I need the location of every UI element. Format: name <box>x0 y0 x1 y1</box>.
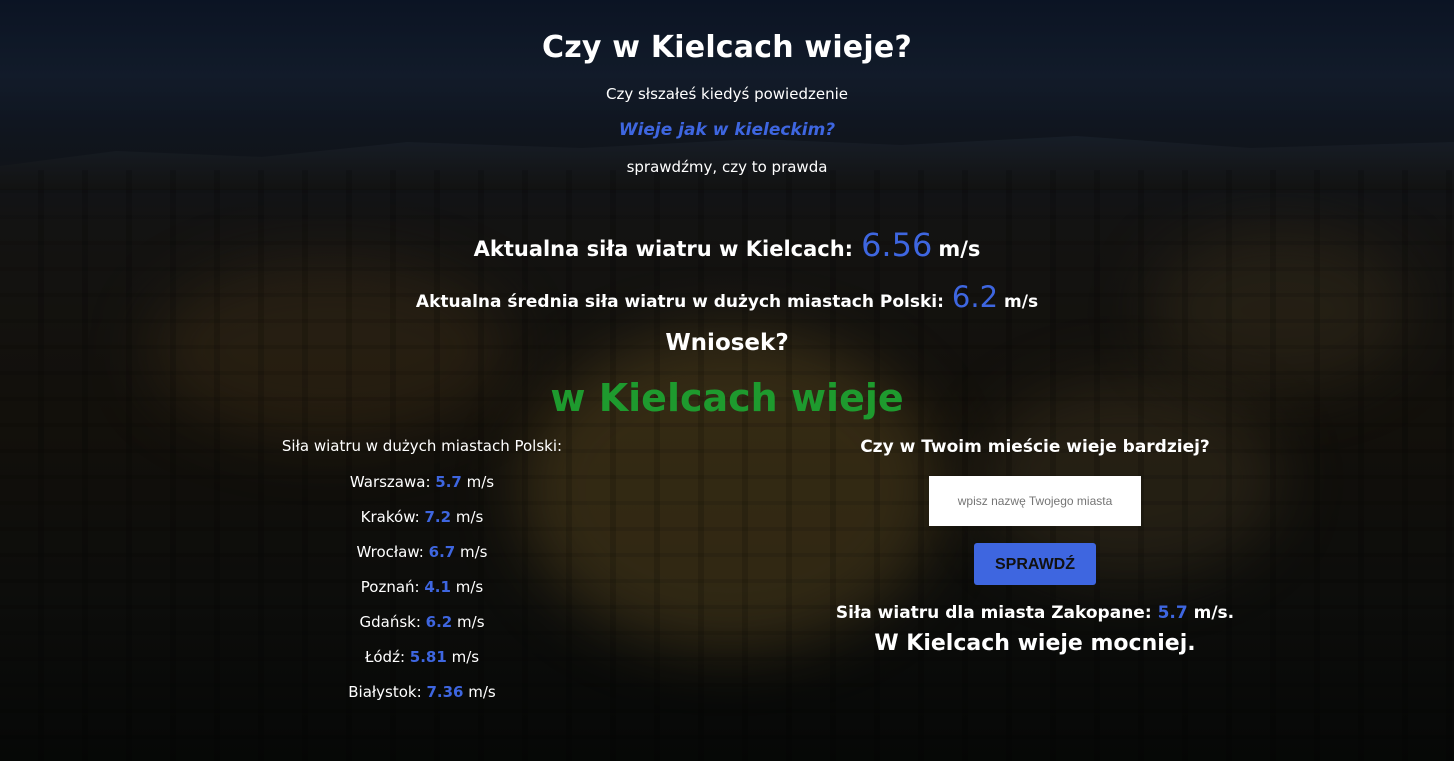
average-wind-label: Aktualna średnia siła wiatru w dużych mi… <box>415 292 944 312</box>
city-wind-unit: m/s <box>451 648 480 666</box>
city-check-panel: Czy w Twoim mieście wieje bardziej? SPRA… <box>830 437 1240 656</box>
check-result-label: Siła wiatru dla miasta Zakopane: <box>835 603 1152 623</box>
city-name: Gdańsk: <box>359 613 421 631</box>
check-button[interactable]: SPRAWDŹ <box>974 543 1096 585</box>
city-list-heading: Siła wiatru w dużych miastach Polski: <box>281 437 563 455</box>
main-content: Czy w Kielcach wieje? Czy słszałeś kiedy… <box>0 0 1454 761</box>
city-name: Wrocław: <box>356 543 424 561</box>
city-name: Kraków: <box>360 508 420 526</box>
city-wind-value: 5.81 <box>409 648 447 666</box>
check-verdict: W Kielcach wieje mocniej. <box>874 631 1196 656</box>
conclusion-label: Wniosek? <box>665 330 789 356</box>
list-item: Poznań: 4.1 m/s <box>272 577 572 612</box>
city-wind-unit: m/s <box>455 578 484 596</box>
check-result-value: 5.7 <box>1157 603 1188 623</box>
city-name: Warszawa: <box>349 473 431 491</box>
average-wind-line: Aktualna średnia siła wiatru w dużych mi… <box>0 280 1454 314</box>
city-name: Poznań: <box>360 578 420 596</box>
current-wind-line: Aktualna siła wiatru w Kielcach: 6.56 m/s <box>0 226 1454 264</box>
average-wind-unit: m/s <box>1004 292 1039 312</box>
city-wind-unit: m/s <box>468 683 496 701</box>
outro-text: sprawdźmy, czy to prawda <box>626 158 828 176</box>
current-wind-unit: m/s <box>938 237 981 261</box>
check-question: Czy w Twoim mieście wieje bardziej? <box>860 437 1210 457</box>
city-wind-unit: m/s <box>466 473 495 491</box>
list-item: Kraków: 7.2 m/s <box>272 507 572 542</box>
current-wind-label: Aktualna siła wiatru w Kielcach: <box>473 237 854 261</box>
city-name-input[interactable] <box>929 476 1141 526</box>
check-result: Siła wiatru dla miasta Zakopane: 5.7 m/s… <box>830 603 1240 623</box>
list-item: Białystok: 7.36 m/s <box>272 682 572 717</box>
city-wind-unit: m/s <box>460 543 488 561</box>
city-wind-value: 6.7 <box>428 543 456 561</box>
check-result-unit: m/s. <box>1193 603 1235 623</box>
city-wind-value: 4.1 <box>424 578 451 596</box>
city-name: Białystok: <box>348 683 422 701</box>
list-item: Warszawa: 5.7 m/s <box>272 472 572 507</box>
intro-text: Czy słszałeś kiedyś powiedzenie <box>606 85 848 103</box>
conclusion-text: w Kielcach wieje <box>550 376 904 420</box>
saying-quote: Wieje jak w kieleckim? <box>618 120 836 140</box>
city-wind-value: 5.7 <box>435 473 462 491</box>
list-item: Wrocław: 6.7 m/s <box>272 542 572 577</box>
city-wind-list: Siła wiatru w dużych miastach Polski: Wa… <box>272 437 572 717</box>
current-wind-value: 6.56 <box>861 226 933 264</box>
page-title: Czy w Kielcach wieje? <box>542 30 912 65</box>
city-wind-unit: m/s <box>455 508 484 526</box>
city-wind-value: 6.2 <box>425 613 453 631</box>
city-wind-value: 7.2 <box>424 508 452 526</box>
list-item: Gdańsk: 6.2 m/s <box>272 612 572 647</box>
average-wind-value: 6.2 <box>951 280 999 314</box>
city-name: Łódź: <box>364 648 405 666</box>
city-wind-unit: m/s <box>457 613 485 631</box>
list-item: Łódź: 5.81 m/s <box>272 647 572 682</box>
city-wind-value: 7.36 <box>426 683 464 701</box>
